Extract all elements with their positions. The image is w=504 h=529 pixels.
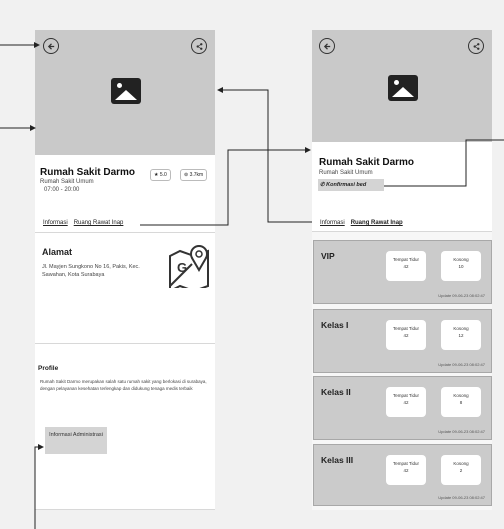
connector-confirm-bed-out — [384, 139, 504, 187]
wireflow-canvas: Rumah Sakit Darmo Rumah Sakit Umum 07:00… — [0, 0, 504, 529]
flow-connectors — [0, 42, 504, 529]
connector-tab-to-right-screen — [140, 147, 311, 226]
connector-right-back-to-left — [217, 87, 312, 223]
connector-to-admin-button — [34, 444, 44, 529]
